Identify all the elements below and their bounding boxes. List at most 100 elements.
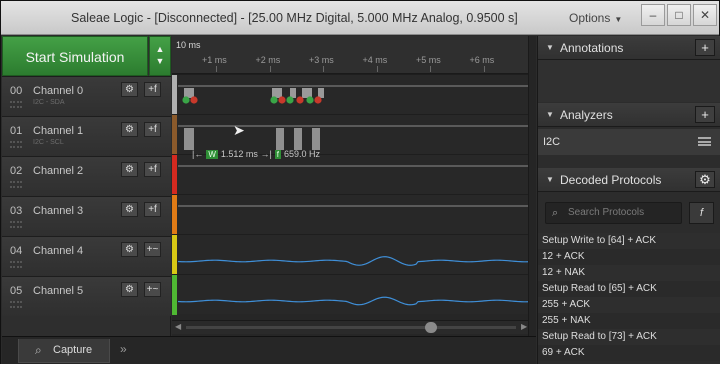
gear-icon: ⚙ — [125, 204, 134, 215]
channel-number: 04 — [10, 245, 23, 257]
trigger-button[interactable]: +f — [144, 82, 161, 97]
chevron-down-icon: ▼ — [155, 56, 165, 66]
channel-settings-button[interactable]: ⚙ — [121, 122, 138, 137]
mouse-cursor-icon: ➤ — [233, 122, 245, 138]
ruler-tick-label: +3 ms — [309, 55, 334, 65]
drag-handle-icon[interactable] — [10, 221, 22, 228]
list-item[interactable]: Setup Write to [64] + ACK — [538, 233, 720, 249]
collapse-triangle-icon[interactable]: ▼ — [546, 36, 554, 60]
i2c-marker — [278, 96, 286, 104]
sda-pulse — [318, 88, 324, 98]
channel-settings-button[interactable]: ⚙ — [121, 202, 138, 217]
channel-panel: Start Simulation ▲ ▼ 00 Channel 0 I2C - SD… — [2, 36, 171, 364]
trigger-icon: +f — [148, 164, 157, 175]
channel-name[interactable]: Channel 1 — [33, 125, 83, 137]
measurement-readout: |← W 1.512 ms →| f 659.0 Hz — [192, 149, 320, 159]
trigger-button[interactable]: +f — [144, 202, 161, 217]
analyzer-item[interactable]: I2C — [538, 129, 720, 155]
channel-number: 02 — [10, 165, 23, 177]
collapse-triangle-icon[interactable]: ▼ — [546, 103, 554, 127]
list-item[interactable]: 69 + ACK — [538, 345, 720, 361]
trigger-icon: +f — [148, 204, 157, 215]
add-analyzer-button[interactable]: + — [695, 106, 715, 123]
channel-row[interactable]: 02 Channel 2 ⚙ +f — [2, 156, 171, 196]
drag-handle-icon[interactable] — [10, 101, 22, 108]
menu-icon[interactable] — [698, 137, 711, 146]
analyzer-label: I2C — [543, 136, 561, 148]
channel-settings-button[interactable]: ⚙ — [121, 242, 138, 257]
time-base-label: 10 ms — [176, 40, 201, 50]
width-value: 1.512 ms — [220, 149, 258, 159]
waveform-view[interactable]: 10 ms +1 ms +2 ms +3 ms +4 ms +5 ms +6 ms |← W… — [172, 36, 532, 336]
decoded-protocol-list[interactable]: Setup Write to [64] + ACK 12 + ACK 12 + NA… — [538, 233, 720, 361]
channel-row[interactable]: 03 Channel 3 ⚙ +f — [2, 196, 171, 236]
ruler-tick-label: +1 ms — [202, 55, 227, 65]
channel-row[interactable]: 05 Channel 5 ⚙ +~ — [2, 276, 171, 316]
channel-name[interactable]: Channel 0 — [33, 85, 83, 97]
drag-handle-icon[interactable] — [10, 141, 22, 148]
close-button[interactable]: ✕ — [693, 4, 717, 26]
list-item[interactable]: 12 + NAK — [538, 265, 720, 281]
waveform-canvas[interactable] — [172, 74, 532, 320]
list-item[interactable]: Setup Read to [65] + ACK — [538, 281, 720, 297]
scroll-track[interactable] — [186, 326, 516, 329]
maximize-button[interactable]: □ — [667, 4, 691, 26]
frequency-tag: f — [274, 150, 282, 159]
vertical-scrollbar[interactable] — [528, 36, 536, 336]
decoded-settings-button[interactable]: ⚙ — [695, 171, 715, 188]
i2c-marker — [286, 96, 294, 104]
page-margin — [0, 364, 720, 387]
frequency-value: 659.0 Hz — [284, 149, 321, 159]
side-panel: ▼ Annotations + ▼ Analyzers + I2C ▼ Deco… — [537, 36, 720, 364]
trigger-button[interactable]: +~ — [144, 242, 161, 257]
trigger-button[interactable]: +~ — [144, 282, 161, 297]
period-arrow-icon: →| — [260, 149, 272, 159]
scroll-left-icon[interactable]: ◀ — [175, 322, 181, 331]
decoded-protocols-header[interactable]: ▼ Decoded Protocols ⚙ — [538, 168, 720, 192]
filter-function-button[interactable]: f — [689, 202, 714, 224]
chevron-down-icon: ▼ — [614, 15, 623, 24]
drag-handle-icon[interactable] — [10, 301, 22, 308]
channel-row[interactable]: 04 Channel 4 ⚙ +~ — [2, 236, 171, 276]
channel-settings-button[interactable]: ⚙ — [121, 82, 138, 97]
drag-handle-icon[interactable] — [10, 261, 22, 268]
list-item[interactable]: 12 + ACK — [538, 249, 720, 265]
window-title: Saleae Logic - [Disconnected] - [25.00 M… — [71, 11, 518, 25]
channel-name[interactable]: Channel 3 — [33, 205, 83, 217]
ruler-tick-label: +5 ms — [416, 55, 441, 65]
scroll-right-icon[interactable]: ▶ — [521, 322, 527, 331]
collapse-triangle-icon[interactable]: ▼ — [546, 168, 554, 192]
list-item[interactable]: Setup Read to [73] + ACK — [538, 329, 720, 345]
channel-row[interactable]: 00 Channel 0 I2C - SDA ⚙ +f — [2, 76, 171, 116]
horizontal-scrollbar[interactable]: ◀ ▶ — [172, 320, 532, 334]
ruler-tick-label: +6 ms — [469, 55, 495, 65]
channel-name[interactable]: Channel 4 — [33, 245, 83, 257]
bottom-tab-bar: ⌕ Capture » — [2, 336, 536, 364]
channel-settings-button[interactable]: ⚙ — [121, 282, 138, 297]
channel-name[interactable]: Channel 5 — [33, 285, 83, 297]
options-menu[interactable]: Options ▼ — [569, 11, 622, 25]
trigger-button[interactable]: +f — [144, 122, 161, 137]
trigger-icon: +f — [148, 84, 157, 95]
drag-handle-icon[interactable] — [10, 181, 22, 188]
ruler-tick-label: +2 ms — [255, 55, 281, 65]
channel-subtitle: I2C - SDA — [33, 99, 65, 106]
search-protocols-input[interactable]: ⌕ Search Protocols — [545, 202, 682, 224]
more-tabs-button[interactable]: » — [120, 342, 127, 356]
time-ruler[interactable]: 10 ms +1 ms +2 ms +3 ms +4 ms +5 ms +6 ms — [172, 36, 532, 74]
tab-capture[interactable]: ⌕ Capture — [18, 339, 110, 363]
channel-number: 00 — [10, 85, 23, 97]
add-annotation-button[interactable]: + — [695, 39, 715, 56]
minimize-button[interactable]: – — [641, 4, 665, 26]
annotations-header[interactable]: ▼ Annotations + — [538, 36, 720, 60]
start-simulation-button[interactable]: Start Simulation — [2, 36, 148, 76]
trigger-button[interactable]: +f — [144, 162, 161, 177]
channel-settings-button[interactable]: ⚙ — [121, 162, 138, 177]
list-item[interactable]: 255 + ACK — [538, 297, 720, 313]
channel-name[interactable]: Channel 2 — [33, 165, 83, 177]
analyzers-header[interactable]: ▼ Analyzers + — [538, 103, 720, 127]
simulation-options-button[interactable]: ▲ ▼ — [149, 36, 171, 76]
scroll-thumb[interactable] — [425, 322, 437, 333]
channel-row[interactable]: 01 Channel 1 I2C - SCL ⚙ +f — [2, 116, 171, 156]
list-item[interactable]: 255 + NAK — [538, 313, 720, 329]
